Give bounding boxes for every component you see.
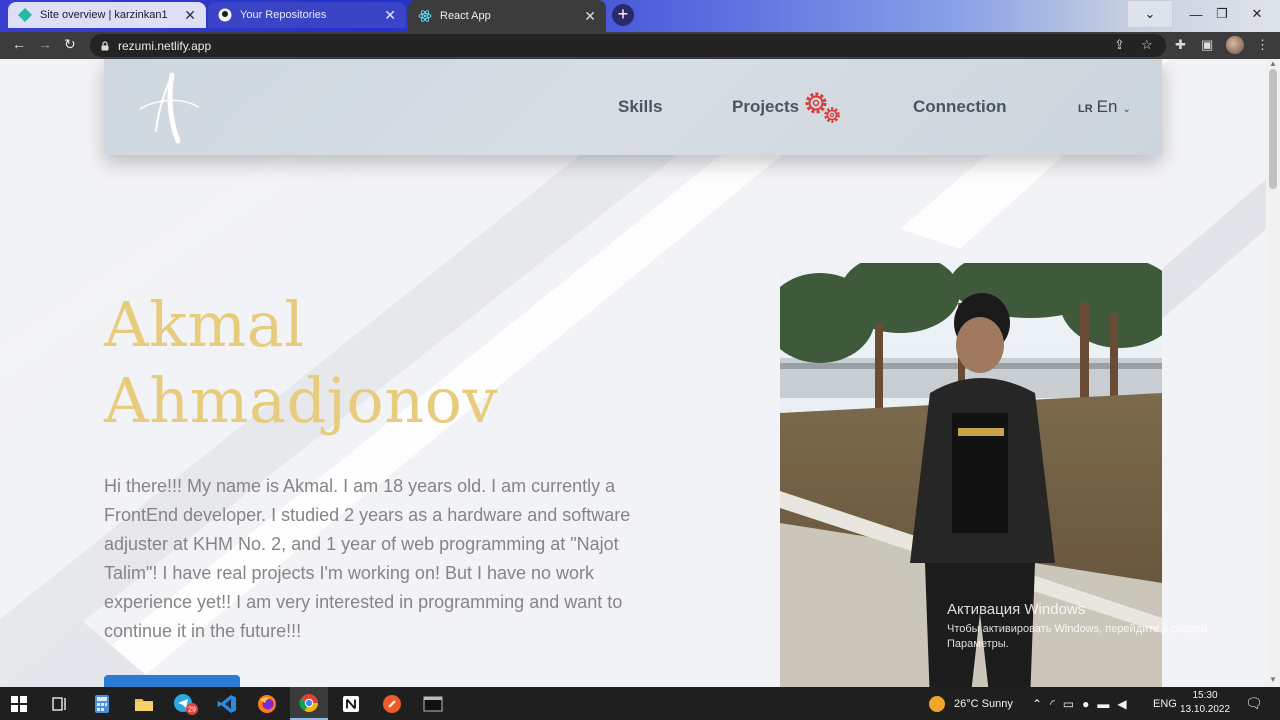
weather-widget[interactable]: 26°C Sunny [928, 687, 1013, 720]
share-icon[interactable]: ⇪ [1114, 37, 1125, 53]
battery-icon[interactable]: ▬ [1097, 697, 1109, 711]
taskbar-app-notion[interactable] [332, 687, 370, 720]
browser-tab-strip: Site overview | karzinkan1 ✕ Your Reposi… [0, 0, 1280, 32]
volume-icon[interactable]: ◀ [1117, 697, 1126, 711]
taskbar-app-vscode[interactable] [208, 687, 246, 720]
taskbar-app-telegram[interactable]: 29 [167, 687, 205, 720]
reload-icon[interactable]: ↻ [64, 36, 76, 53]
terminal-icon [423, 696, 443, 711]
postman-icon [383, 694, 401, 713]
close-window-button[interactable]: ✕ [1234, 0, 1280, 28]
hero-first-name: Akmal [104, 288, 305, 361]
logo-a-icon[interactable] [134, 69, 204, 145]
netlify-icon [18, 8, 32, 22]
page-scrollbar[interactable]: ▲ ▼ [1266, 59, 1280, 687]
chevron-down-icon: ⌄ [1122, 104, 1131, 115]
chevron-up-icon[interactable]: ⌃ [1032, 697, 1042, 711]
watermark-title: Активация Windows [947, 601, 1086, 618]
chrome-icon [299, 693, 318, 712]
input-language-label: ENG [1153, 697, 1177, 710]
menu-dots-icon[interactable]: ⋮ [1256, 37, 1269, 53]
notifications-icon[interactable]: 🗨 [1245, 687, 1263, 720]
network-icon[interactable]: ◜ [1050, 697, 1055, 711]
tab-close-icon[interactable]: ✕ [184, 7, 196, 24]
task-view-icon [52, 696, 66, 711]
telegram-badge: 29 [188, 706, 196, 713]
vscode-icon [217, 694, 236, 713]
tab-close-icon[interactable]: ✕ [584, 8, 596, 25]
forward-arrow-icon[interactable]: → [38, 36, 52, 52]
hero-last-name: Ahmadjonov [104, 364, 498, 437]
taskbar-clock[interactable]: 15:30 13.10.2022 [1180, 689, 1230, 717]
windows-taskbar: 29 26°C Sunny ⌃ ◜ ▭ ● ▬ ◀ ENG 15:30 13.1… [0, 687, 1280, 720]
scrollbar-thumb[interactable] [1269, 69, 1277, 189]
hero-bio: Hi there!!! My name is Akmal. I am 18 ye… [104, 476, 631, 641]
hero-name: Akmal Ahmadjonov [104, 287, 498, 439]
windows-logo-icon [11, 695, 27, 712]
nav-link-projects[interactable]: Projects [732, 97, 799, 117]
new-tab-button[interactable]: + [612, 4, 634, 26]
telegram-icon: 29 [174, 693, 198, 715]
taskbar-app-calculator[interactable] [83, 687, 121, 720]
scroll-down-icon[interactable]: ▼ [1269, 675, 1277, 684]
language-selector[interactable]: LR En ⌄ [1078, 97, 1131, 117]
page-viewport: Skills Projects Connection LR En ⌄ Akmal… [0, 59, 1266, 687]
chrome-tray-icon[interactable]: ● [1082, 697, 1089, 711]
windows-activation-watermark: Активация Windows Чтобы активировать Win… [947, 601, 1207, 652]
url-text: rezumi.netlify.app [118, 38, 212, 53]
back-arrow-icon[interactable]: ← [12, 36, 26, 52]
address-bar[interactable]: rezumi.netlify.app [90, 34, 1166, 57]
action-center-app-icon[interactable]: ▭ [1063, 697, 1074, 711]
clock-date: 13.10.2022 [1180, 704, 1231, 715]
profile-avatar[interactable] [1226, 36, 1244, 54]
bookmark-star-icon[interactable]: ☆ [1141, 37, 1153, 53]
tab-title: React App [440, 10, 491, 22]
tab-title: Site overview | karzinkan1 [40, 9, 168, 21]
taskbar-app-chrome[interactable] [290, 687, 328, 720]
side-panel-icon[interactable]: ▣ [1201, 37, 1213, 53]
tab-close-icon[interactable]: ✕ [384, 7, 396, 24]
nav-link-connection[interactable]: Connection [913, 97, 1007, 117]
folder-icon [135, 698, 153, 711]
notion-icon [343, 695, 359, 712]
chevron-down-icon: ⌄ [1144, 6, 1156, 21]
clock-time: 15:30 [1192, 690, 1218, 701]
input-language[interactable]: ENG [1153, 687, 1177, 720]
taskbar-app-postman[interactable] [373, 687, 411, 720]
weather-text: 26°C Sunny [954, 697, 1013, 710]
lock-icon [101, 40, 109, 50]
watermark-line: Параметры. [947, 638, 1009, 650]
hero-action-button[interactable] [104, 675, 240, 687]
extensions-puzzle-icon[interactable]: ✚ [1175, 37, 1186, 53]
tab-title: Your Repositories [240, 9, 327, 21]
watermark-line: Чтобы активировать Windows, перейдите в … [947, 623, 1207, 635]
browser-toolbar: ← → ↻ rezumi.netlify.app ⇪ ☆ ✚ ▣ ⋮ [0, 32, 1280, 59]
task-view-button[interactable] [41, 687, 79, 720]
start-button[interactable] [0, 687, 38, 720]
system-tray: ⌃ ◜ ▭ ● ▬ ◀ [1032, 687, 1127, 720]
language-prefix: LR [1078, 103, 1093, 115]
gears-icon [805, 92, 840, 123]
react-icon [418, 10, 432, 22]
tab-react-app[interactable]: React App ✕ [408, 0, 606, 32]
tab-search-button[interactable]: ⌄ [1127, 0, 1173, 28]
top-nav-card: Skills Projects Connection LR En ⌄ [104, 59, 1162, 155]
firefox-icon [258, 694, 276, 713]
tab-site-overview[interactable]: Site overview | karzinkan1 ✕ [8, 2, 206, 28]
calculator-icon [95, 694, 109, 713]
language-value: En [1096, 97, 1118, 116]
sun-icon [929, 695, 945, 712]
nav-link-skills[interactable]: Skills [618, 97, 662, 117]
taskbar-app-terminal[interactable] [414, 687, 452, 720]
tab-repositories[interactable]: Your Repositories ✕ [208, 2, 406, 28]
taskbar-app-firefox[interactable] [248, 687, 286, 720]
taskbar-app-explorer[interactable] [125, 687, 163, 720]
github-icon [218, 8, 232, 22]
scroll-up-icon[interactable]: ▲ [1269, 59, 1277, 68]
